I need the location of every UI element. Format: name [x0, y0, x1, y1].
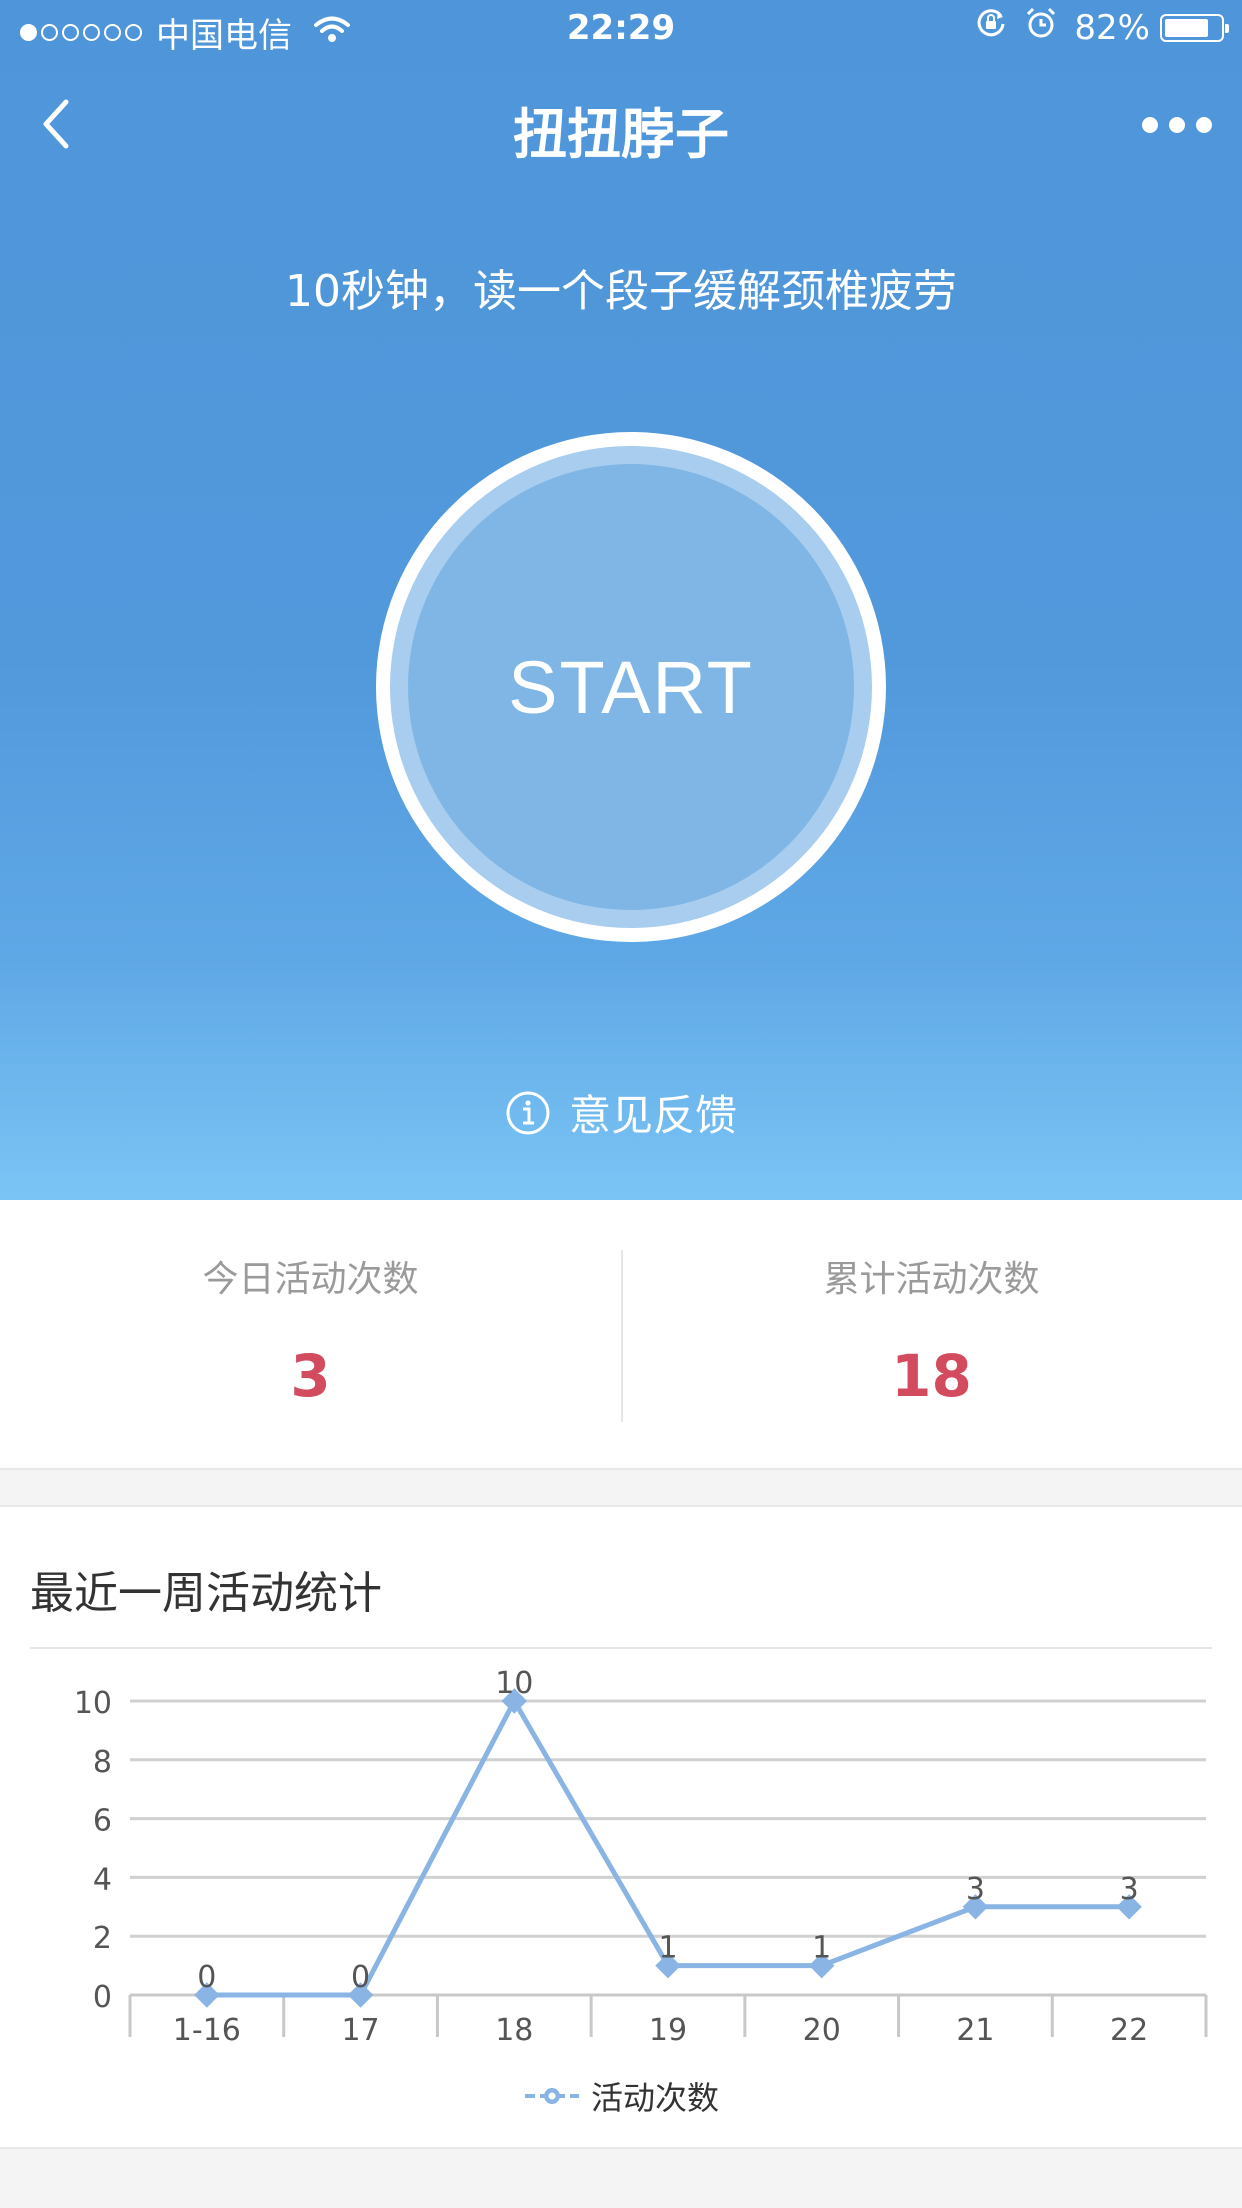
legend-line-marker [524, 2088, 579, 2104]
chart-legend: 活动次数 [0, 2073, 1242, 2119]
x-tick-label: 1-16 [173, 2013, 241, 2048]
start-button[interactable]: START [376, 432, 886, 942]
more-dot [1196, 117, 1212, 133]
more-dot [1169, 117, 1185, 133]
rotation-lock-icon [974, 6, 1008, 49]
x-tick-label: 17 [341, 2013, 379, 2048]
start-button-ring: START [390, 446, 872, 928]
total-stat-value: 18 [891, 1342, 972, 1410]
data-label: 10 [495, 1666, 533, 1701]
battery-percent: 82% [1074, 7, 1150, 48]
stats-panel: 今日活动次数 3 累计活动次数 18 [0, 1200, 1242, 1470]
hero-panel: 中国电信 22:29 82% 扭扭脖子 10秒钟，读一个段子缓解颈椎疲劳 STA… [0, 0, 1242, 1200]
x-tick-label: 18 [495, 2013, 533, 2048]
hero-subtitle: 10秒钟，读一个段子缓解颈椎疲劳 [285, 266, 957, 317]
y-tick-label: 4 [93, 1862, 112, 1897]
y-tick-label: 2 [93, 1921, 112, 1956]
today-stat-value: 3 [290, 1342, 331, 1410]
status-bar: 中国电信 22:29 82% [0, 0, 1242, 62]
data-label: 0 [197, 1960, 216, 1995]
info-icon [506, 1091, 550, 1134]
x-tick-label: 21 [956, 2013, 994, 2048]
alarm-icon [1024, 6, 1058, 49]
total-stat: 累计活动次数 18 [621, 1200, 1242, 1468]
feedback-link[interactable]: 意见反馈 [0, 1082, 1242, 1143]
nav-bar: 扭扭脖子 [0, 80, 1242, 170]
data-label: 0 [351, 1960, 370, 1995]
data-label: 1 [812, 1931, 831, 1966]
total-stat-label: 累计活动次数 [823, 1259, 1040, 1300]
x-tick-label: 22 [1110, 2013, 1148, 2048]
x-tick-label: 19 [649, 2013, 687, 2048]
weekly-activity-chart: 0 2 4 6 8 10 1-16 17 18 19 20 21 22 0 0 10 1 1 3 3 [74, 1666, 1208, 2048]
battery-fill [1165, 18, 1209, 37]
x-tick-label: 20 [803, 2013, 841, 2048]
today-stat: 今日活动次数 3 [0, 1200, 621, 1468]
start-label: START [508, 645, 754, 729]
status-right: 82% [974, 6, 1229, 49]
legend-series-name: 活动次数 [590, 2079, 719, 2117]
data-label: 3 [966, 1872, 985, 1907]
data-label: 1 [658, 1931, 677, 1966]
y-tick-label: 6 [93, 1804, 112, 1839]
more-dot [1142, 117, 1158, 133]
start-button-face: START [408, 464, 854, 910]
y-tick-label: 8 [93, 1745, 112, 1780]
more-button[interactable] [1142, 110, 1212, 140]
today-stat-label: 今日活动次数 [202, 1259, 419, 1300]
page-title: 扭扭脖子 [513, 103, 729, 166]
data-label: 3 [1120, 1872, 1139, 1907]
y-tick-label: 0 [93, 1980, 112, 2015]
feedback-label: 意见反馈 [568, 1091, 737, 1140]
battery-icon [1160, 13, 1229, 42]
y-tick-label: 10 [74, 1686, 112, 1721]
battery-nub [1225, 23, 1229, 33]
